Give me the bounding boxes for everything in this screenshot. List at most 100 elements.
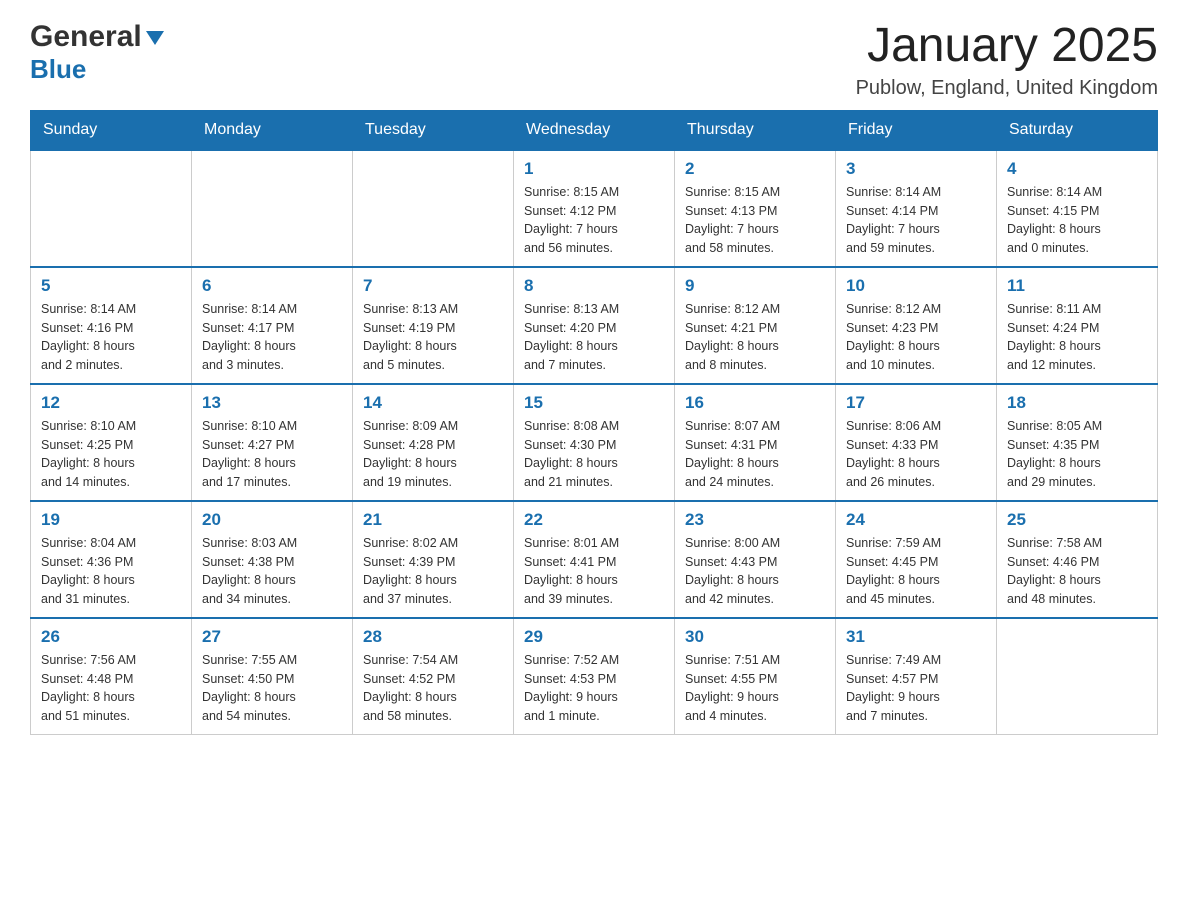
day-info: Sunrise: 8:14 AM Sunset: 4:14 PM Dayligh… <box>846 183 986 258</box>
logo-blue-text: Blue <box>30 54 86 85</box>
day-info: Sunrise: 7:56 AM Sunset: 4:48 PM Dayligh… <box>41 651 181 726</box>
calendar-cell: 24Sunrise: 7:59 AM Sunset: 4:45 PM Dayli… <box>836 501 997 618</box>
day-header-sunday: Sunday <box>31 110 192 150</box>
calendar-cell: 4 Sunrise: 8:14 AM Sunset: 4:15 PM Daylig… <box>997 150 1158 267</box>
day-info: Sunrise: 8:14 AM Sunset: 4:15 PM Dayligh… <box>1007 183 1147 258</box>
day-info: Sunrise: 8:09 AM Sunset: 4:28 PM Dayligh… <box>363 417 503 492</box>
day-info: Sunrise: 8:10 AM Sunset: 4:25 PM Dayligh… <box>41 417 181 492</box>
calendar-cell <box>192 150 353 267</box>
day-info: Sunrise: 8:06 AM Sunset: 4:33 PM Dayligh… <box>846 417 986 492</box>
day-info: Sunrise: 8:12 AM Sunset: 4:21 PM Dayligh… <box>685 300 825 375</box>
day-number: 28 <box>363 627 503 647</box>
calendar-cell: 1 Sunrise: 8:15 AM Sunset: 4:12 PM Daylig… <box>514 150 675 267</box>
day-number: 13 <box>202 393 342 413</box>
calendar-cell: 3 Sunrise: 8:14 AM Sunset: 4:14 PM Daylig… <box>836 150 997 267</box>
day-info: Sunrise: 8:08 AM Sunset: 4:30 PM Dayligh… <box>524 417 664 492</box>
calendar-cell: 7 Sunrise: 8:13 AM Sunset: 4:19 PM Daylig… <box>353 267 514 384</box>
logo-blue-label: Blue <box>30 54 86 84</box>
calendar-cell: 14Sunrise: 8:09 AM Sunset: 4:28 PM Dayli… <box>353 384 514 501</box>
day-number: 10 <box>846 276 986 296</box>
day-number: 31 <box>846 627 986 647</box>
calendar-cell: 26Sunrise: 7:56 AM Sunset: 4:48 PM Dayli… <box>31 618 192 735</box>
day-number: 12 <box>41 393 181 413</box>
day-info: Sunrise: 7:55 AM Sunset: 4:50 PM Dayligh… <box>202 651 342 726</box>
page-header: General Blue January 2025 Publow, Englan… <box>30 20 1158 100</box>
day-number: 11 <box>1007 276 1147 296</box>
week-row-3: 12 Sunrise: 8:10 AM Sunset: 4:25 PM Dayli… <box>31 384 1158 501</box>
day-info: Sunrise: 7:59 AM Sunset: 4:45 PM Dayligh… <box>846 534 986 609</box>
day-info: Sunrise: 7:52 AM Sunset: 4:53 PM Dayligh… <box>524 651 664 726</box>
calendar-cell: 17 Sunrise: 8:06 AM Sunset: 4:33 PM Dayli… <box>836 384 997 501</box>
day-number: 17 <box>846 393 986 413</box>
calendar-header-row: SundayMondayTuesdayWednesdayThursdayFrid… <box>31 110 1158 150</box>
day-info: Sunrise: 7:58 AM Sunset: 4:46 PM Dayligh… <box>1007 534 1147 609</box>
calendar-cell: 19 Sunrise: 8:04 AM Sunset: 4:36 PM Dayli… <box>31 501 192 618</box>
calendar-cell: 13 Sunrise: 8:10 AM Sunset: 4:27 PM Dayli… <box>192 384 353 501</box>
day-info: Sunrise: 8:14 AM Sunset: 4:16 PM Dayligh… <box>41 300 181 375</box>
day-number: 19 <box>41 510 181 530</box>
day-number: 16 <box>685 393 825 413</box>
day-header-thursday: Thursday <box>675 110 836 150</box>
day-number: 3 <box>846 159 986 179</box>
calendar-cell: 29 Sunrise: 7:52 AM Sunset: 4:53 PM Dayli… <box>514 618 675 735</box>
logo-general-text: General <box>30 20 142 54</box>
week-row-5: 26Sunrise: 7:56 AM Sunset: 4:48 PM Dayli… <box>31 618 1158 735</box>
calendar-cell: 2 Sunrise: 8:15 AM Sunset: 4:13 PM Daylig… <box>675 150 836 267</box>
calendar-cell: 16Sunrise: 8:07 AM Sunset: 4:31 PM Dayli… <box>675 384 836 501</box>
day-header-tuesday: Tuesday <box>353 110 514 150</box>
day-info: Sunrise: 8:15 AM Sunset: 4:12 PM Dayligh… <box>524 183 664 258</box>
calendar-cell: 18 Sunrise: 8:05 AM Sunset: 4:35 PM Dayli… <box>997 384 1158 501</box>
logo: General Blue <box>30 20 166 85</box>
day-number: 2 <box>685 159 825 179</box>
week-row-2: 5 Sunrise: 8:14 AM Sunset: 4:16 PM Daylig… <box>31 267 1158 384</box>
calendar-cell: 22 Sunrise: 8:01 AM Sunset: 4:41 PM Dayli… <box>514 501 675 618</box>
day-info: Sunrise: 8:14 AM Sunset: 4:17 PM Dayligh… <box>202 300 342 375</box>
calendar-cell: 25 Sunrise: 7:58 AM Sunset: 4:46 PM Dayli… <box>997 501 1158 618</box>
calendar-cell: 10Sunrise: 8:12 AM Sunset: 4:23 PM Dayli… <box>836 267 997 384</box>
day-number: 6 <box>202 276 342 296</box>
day-number: 1 <box>524 159 664 179</box>
calendar-cell: 27 Sunrise: 7:55 AM Sunset: 4:50 PM Dayli… <box>192 618 353 735</box>
calendar-cell: 21 Sunrise: 8:02 AM Sunset: 4:39 PM Dayli… <box>353 501 514 618</box>
calendar-subtitle: Publow, England, United Kingdom <box>856 77 1158 100</box>
calendar-cell: 28Sunrise: 7:54 AM Sunset: 4:52 PM Dayli… <box>353 618 514 735</box>
day-info: Sunrise: 8:04 AM Sunset: 4:36 PM Dayligh… <box>41 534 181 609</box>
day-number: 8 <box>524 276 664 296</box>
calendar-cell: 15Sunrise: 8:08 AM Sunset: 4:30 PM Dayli… <box>514 384 675 501</box>
calendar-cell: 12 Sunrise: 8:10 AM Sunset: 4:25 PM Dayli… <box>31 384 192 501</box>
day-number: 4 <box>1007 159 1147 179</box>
day-header-friday: Friday <box>836 110 997 150</box>
day-info: Sunrise: 8:10 AM Sunset: 4:27 PM Dayligh… <box>202 417 342 492</box>
day-number: 21 <box>363 510 503 530</box>
day-header-wednesday: Wednesday <box>514 110 675 150</box>
day-number: 20 <box>202 510 342 530</box>
day-header-monday: Monday <box>192 110 353 150</box>
day-number: 29 <box>524 627 664 647</box>
day-number: 25 <box>1007 510 1147 530</box>
day-info: Sunrise: 8:13 AM Sunset: 4:19 PM Dayligh… <box>363 300 503 375</box>
calendar-cell: 30Sunrise: 7:51 AM Sunset: 4:55 PM Dayli… <box>675 618 836 735</box>
calendar-table: SundayMondayTuesdayWednesdayThursdayFrid… <box>30 110 1158 735</box>
title-block: January 2025 Publow, England, United Kin… <box>856 20 1158 100</box>
day-info: Sunrise: 8:02 AM Sunset: 4:39 PM Dayligh… <box>363 534 503 609</box>
day-info: Sunrise: 8:00 AM Sunset: 4:43 PM Dayligh… <box>685 534 825 609</box>
day-header-saturday: Saturday <box>997 110 1158 150</box>
day-info: Sunrise: 8:01 AM Sunset: 4:41 PM Dayligh… <box>524 534 664 609</box>
day-info: Sunrise: 8:05 AM Sunset: 4:35 PM Dayligh… <box>1007 417 1147 492</box>
day-info: Sunrise: 8:15 AM Sunset: 4:13 PM Dayligh… <box>685 183 825 258</box>
day-number: 7 <box>363 276 503 296</box>
logo-general: General <box>30 20 166 54</box>
calendar-cell <box>997 618 1158 735</box>
day-number: 5 <box>41 276 181 296</box>
calendar-cell <box>31 150 192 267</box>
calendar-cell: 23Sunrise: 8:00 AM Sunset: 4:43 PM Dayli… <box>675 501 836 618</box>
day-number: 27 <box>202 627 342 647</box>
logo-arrow-icon <box>144 27 166 49</box>
day-info: Sunrise: 8:11 AM Sunset: 4:24 PM Dayligh… <box>1007 300 1147 375</box>
day-number: 22 <box>524 510 664 530</box>
day-info: Sunrise: 7:51 AM Sunset: 4:55 PM Dayligh… <box>685 651 825 726</box>
day-number: 9 <box>685 276 825 296</box>
calendar-cell: 20Sunrise: 8:03 AM Sunset: 4:38 PM Dayli… <box>192 501 353 618</box>
day-number: 18 <box>1007 393 1147 413</box>
calendar-cell: 5 Sunrise: 8:14 AM Sunset: 4:16 PM Daylig… <box>31 267 192 384</box>
